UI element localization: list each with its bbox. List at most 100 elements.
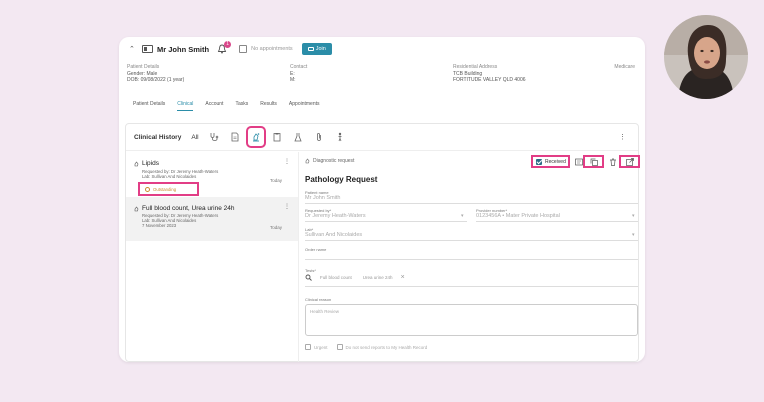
request-type-label: Diagnostic request <box>313 158 355 164</box>
history-list: Lipids ⋮ Requested by: Dr Jeremy Heath-W… <box>126 152 299 362</box>
external-link-icon <box>625 157 634 166</box>
notes-icon <box>575 158 583 165</box>
item-menu-icon[interactable]: ⋮ <box>284 158 290 165</box>
list-item[interactable]: Lipids ⋮ Requested by: Dr Jeremy Heath-W… <box>126 152 298 197</box>
lab-select[interactable]: Sullivan And Nicolaides <box>305 232 362 238</box>
order-name-label: Order name <box>305 247 327 252</box>
trash-icon <box>610 158 616 166</box>
divider <box>305 203 638 204</box>
dob-value: DOB: 09/08/2022 (1 year) <box>127 77 185 83</box>
copy-button[interactable] <box>583 155 604 168</box>
delete-button[interactable] <box>607 155 619 168</box>
requested-by-select[interactable]: Dr Jeremy Heath-Waters <box>305 213 366 219</box>
status-text: Outstanding <box>153 186 177 192</box>
attachment-filter[interactable] <box>313 130 325 144</box>
clinical-reason-text: Health Review <box>310 309 340 314</box>
test-chip[interactable]: Urea urine 24h <box>360 274 396 281</box>
request-detail: Diagnostic request Received Pathology Re… <box>305 152 640 362</box>
video-camera-icon <box>307 47 314 51</box>
clinical-reason-label: Clinical reason <box>305 297 332 302</box>
list-item[interactable]: Full blood count, Urea urine 24h ⋮ Reque… <box>126 197 298 241</box>
history-menu-icon[interactable]: ⋮ <box>619 133 626 141</box>
tab-clinical[interactable]: Clinical <box>177 101 194 111</box>
item-meta: Requested by: Dr Jeremy Heath-Waters Lab… <box>142 213 218 228</box>
pathology-icon <box>134 161 139 166</box>
dropdown-caret-icon[interactable]: ▾ <box>632 232 635 238</box>
received-checkbox[interactable]: Received <box>531 155 570 168</box>
request-type: Diagnostic request <box>305 158 354 164</box>
tab-appointments[interactable]: Appointments <box>289 101 320 111</box>
presenter-video-image <box>664 15 748 99</box>
request-title: Pathology Request <box>305 175 378 184</box>
item-title-text: Lipids <box>142 160 159 167</box>
open-external-button[interactable] <box>619 155 640 168</box>
divider <box>305 221 467 222</box>
patient-record-window: ⌃ Mr John Smith 1 No appointments Join P… <box>119 37 645 362</box>
item-title: Lipids <box>134 160 159 167</box>
tab-results[interactable]: Results <box>260 101 277 111</box>
id-card-icon <box>142 45 153 53</box>
pathology-icon <box>134 206 139 211</box>
document-filter[interactable] <box>229 130 241 144</box>
tab-tasks[interactable]: Tasks <box>235 101 248 111</box>
patient-name: Mr John Smith <box>157 44 210 54</box>
item-sub-date: 7 November 2023 <box>142 223 177 228</box>
divider <box>305 286 638 287</box>
history-title: Clinical History <box>134 133 182 141</box>
divider <box>305 240 638 241</box>
person-icon <box>338 132 342 142</box>
order-name-field[interactable] <box>305 259 638 260</box>
pathology-filter[interactable] <box>245 126 266 148</box>
clinical-reason-textarea[interactable]: Health Review <box>305 304 638 336</box>
calendar-icon <box>239 45 248 53</box>
dropdown-caret-icon[interactable]: ▾ <box>461 213 464 219</box>
status-badge: Outstanding <box>138 182 199 196</box>
tests-field[interactable]: Full blood count Urea urine 24h × <box>305 274 405 281</box>
clipboard-filter[interactable] <box>271 130 283 144</box>
checkbox-checked-icon <box>536 158 542 165</box>
patient-header: ⌃ Mr John Smith 1 No appointments Join <box>119 37 645 61</box>
person-filter[interactable] <box>334 130 346 144</box>
stethoscope-icon <box>210 133 218 141</box>
medicare-heading: Medicare <box>614 64 635 70</box>
join-label: Join <box>315 46 326 52</box>
contact-column: Contact E: M: <box>290 64 307 84</box>
clipboard-icon <box>273 133 280 142</box>
flask-filter[interactable] <box>292 130 304 144</box>
item-title: Full blood count, Urea urine 24h <box>134 205 235 212</box>
no-send-checkbox[interactable] <box>336 344 343 350</box>
record-tabs: Patient Details Clinical Account Tasks R… <box>133 101 320 111</box>
patient-name-field: Mr John Smith <box>305 195 341 201</box>
filter-all[interactable]: All <box>191 134 198 141</box>
tab-account[interactable]: Account <box>205 101 223 111</box>
copy-icon <box>590 158 598 166</box>
search-icon <box>305 274 312 281</box>
notification-button[interactable]: 1 <box>217 41 232 54</box>
dropdown-caret-icon[interactable]: ▾ <box>632 213 635 219</box>
paperclip-icon <box>316 132 321 141</box>
urgent-label: Urgent <box>314 344 328 350</box>
item-date: Today <box>269 225 282 230</box>
item-date: Today <box>269 178 282 183</box>
provider-select[interactable]: 0123456A • Mater Private Hospital <box>476 213 560 219</box>
clinical-history-panel: Clinical History All ⋮ Lipids ⋮ Requeste… <box>125 123 640 362</box>
patient-summary: Patient Details Gender: Male DOB: 09/08/… <box>119 64 645 88</box>
address-line2: FORTITUDE VALLEY QLD 4006 <box>453 77 526 83</box>
tab-patient-details[interactable]: Patient Details <box>133 101 165 111</box>
join-button[interactable]: Join <box>301 43 332 55</box>
patient-details-column: Patient Details Gender: Male DOB: 09/08/… <box>127 64 184 84</box>
clock-icon <box>145 186 150 192</box>
no-send-label: Do not send reports to My Health Record <box>345 344 428 350</box>
chevron-up-icon[interactable]: ⌃ <box>129 45 139 53</box>
item-meta: Requested by: Dr Jeremy Heath-Waters Lab… <box>142 169 218 179</box>
stethoscope-filter[interactable] <box>208 130 220 144</box>
received-label: Received <box>545 158 566 165</box>
address-column: Residential Address TCB Building FORTITU… <box>453 64 526 84</box>
clear-icon[interactable]: × <box>401 274 405 281</box>
notification-badge: 1 <box>224 41 232 48</box>
test-chip[interactable]: Full blood count <box>317 274 355 281</box>
appointments-status: No appointments <box>251 46 293 52</box>
item-menu-icon[interactable]: ⋮ <box>284 203 290 210</box>
flask-icon <box>293 133 302 142</box>
urgent-checkbox[interactable] <box>305 344 311 350</box>
